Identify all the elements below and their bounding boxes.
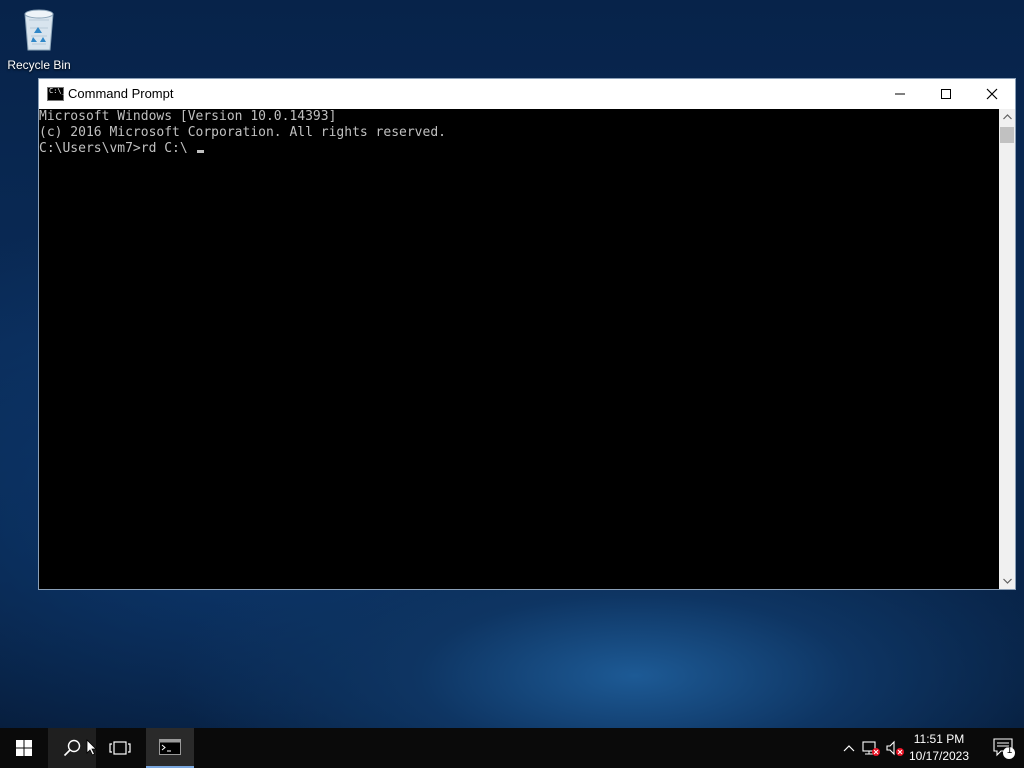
volume-muted-icon — [886, 740, 904, 756]
taskbar-app-command-prompt[interactable] — [146, 728, 194, 768]
minimize-button[interactable] — [877, 79, 923, 109]
scroll-up-button[interactable] — [999, 109, 1015, 125]
chevron-up-icon — [1002, 114, 1012, 120]
taskbar: 11:51 PM 10/17/2023 1 — [0, 728, 1024, 768]
vertical-scrollbar[interactable] — [999, 109, 1015, 589]
command-prompt-icon[interactable]: C:\_ — [47, 87, 66, 101]
windows-start-icon — [16, 740, 32, 756]
start-button[interactable] — [0, 728, 48, 768]
maximize-icon — [941, 89, 951, 99]
notification-count-badge: 1 — [1006, 745, 1013, 756]
command-prompt-icon — [159, 739, 181, 755]
task-view-icon — [109, 741, 131, 755]
console-line: (c) 2016 Microsoft Corporation. All righ… — [39, 125, 446, 140]
task-view-button[interactable] — [96, 728, 144, 768]
desktop-icon-recycle-bin[interactable]: Recycle Bin — [4, 4, 74, 72]
search-button[interactable] — [48, 728, 97, 768]
app-icon-text: C:\_ — [49, 87, 66, 95]
chevron-down-icon — [1002, 578, 1012, 584]
clock-date: 10/17/2023 — [908, 749, 970, 763]
command-prompt-window[interactable]: C:\_ Command Prompt Microsoft Windows [V… — [38, 78, 1016, 590]
network-error-icon — [862, 741, 880, 756]
console-output[interactable]: Microsoft Windows [Version 10.0.14393] (… — [39, 109, 999, 589]
show-hidden-icons-button[interactable] — [840, 728, 858, 768]
search-icon — [63, 739, 81, 757]
minimize-icon — [895, 93, 905, 95]
close-icon — [986, 88, 998, 100]
scrollbar-thumb[interactable] — [1000, 127, 1014, 143]
console-prompt-line[interactable]: C:\Users\vm7>rd C:\ — [39, 141, 999, 157]
recycle-bin-label: Recycle Bin — [7, 58, 71, 72]
console-prompt: C:\Users\vm7>rd C:\ — [39, 141, 196, 156]
taskbar-clock[interactable]: 11:51 PM 10/17/2023 — [904, 731, 974, 765]
network-status-button[interactable] — [860, 728, 882, 768]
console-line: Microsoft Windows [Version 10.0.14393] — [39, 109, 337, 124]
close-button[interactable] — [969, 79, 1015, 109]
chevron-up-icon — [843, 745, 855, 752]
volume-button[interactable] — [884, 728, 906, 768]
window-title: Command Prompt — [68, 86, 174, 101]
scroll-down-button[interactable] — [999, 573, 1015, 589]
window-titlebar[interactable]: C:\_ Command Prompt — [39, 79, 1015, 109]
text-cursor — [196, 150, 204, 153]
maximize-button[interactable] — [923, 79, 969, 109]
clock-time: 11:51 PM — [913, 732, 965, 746]
recycle-bin-icon — [17, 6, 61, 54]
action-center-button[interactable]: 1 — [992, 736, 1016, 765]
